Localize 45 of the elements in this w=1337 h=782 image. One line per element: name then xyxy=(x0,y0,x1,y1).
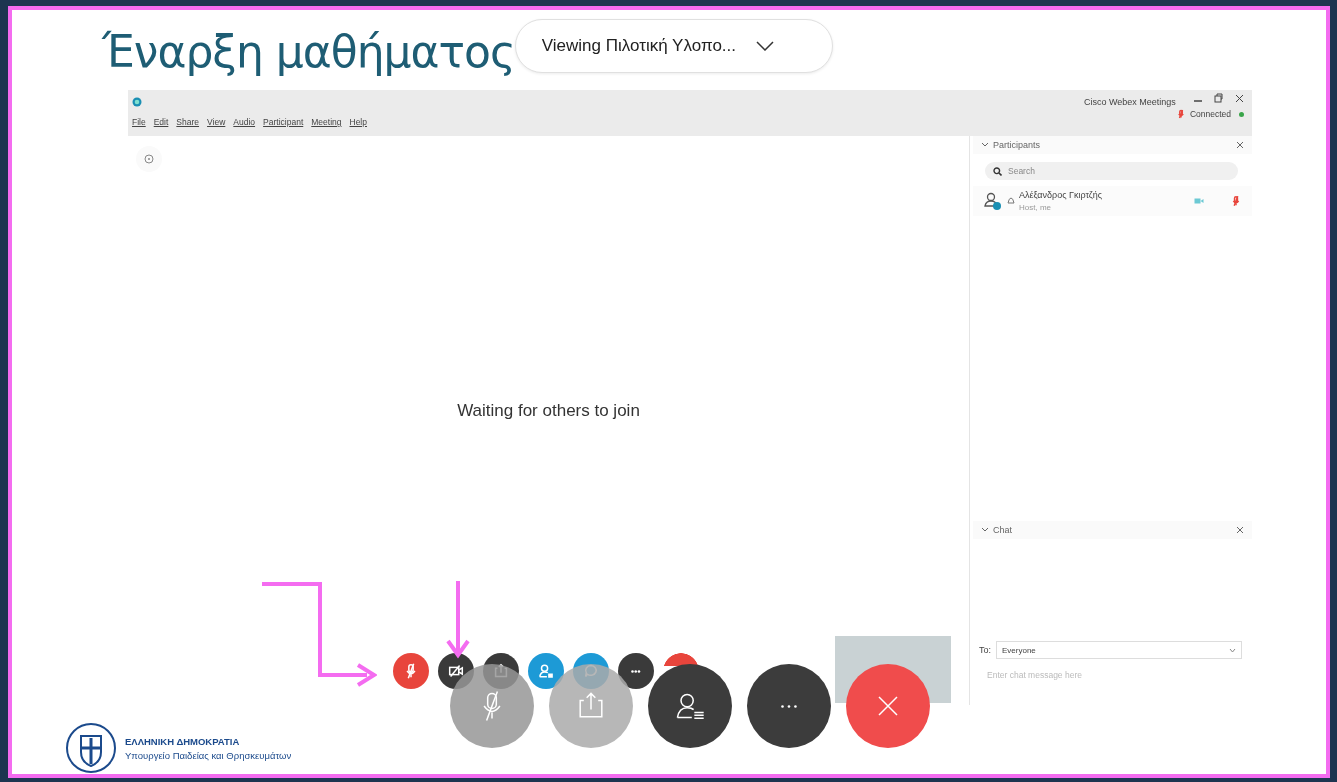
recipient-label: To: xyxy=(979,645,991,655)
menu-item[interactable]: File xyxy=(132,117,146,127)
menu-item[interactable]: Meeting xyxy=(311,117,342,127)
chevron-down-icon xyxy=(1229,647,1236,653)
menu-item[interactable]: View xyxy=(207,117,226,127)
person-list-icon xyxy=(537,662,555,680)
muted-microphone-icon xyxy=(1230,195,1242,207)
search-field[interactable]: Search xyxy=(985,162,1238,180)
minimize-icon xyxy=(1194,100,1202,102)
window-title: Cisco Webex Meetings xyxy=(1084,97,1176,107)
waiting-message: Waiting for others to join xyxy=(457,400,640,421)
close-icon xyxy=(1236,141,1244,149)
logo-subtitle: Υπουργείο Παιδείας και Θρησκευμάτων xyxy=(125,749,292,761)
emblem-icon xyxy=(65,722,117,774)
close-icon xyxy=(1235,93,1244,103)
host-avatar-icon xyxy=(983,191,1003,211)
menu-item[interactable]: Share xyxy=(176,117,200,127)
recipient-dropdown[interactable]: Everyone xyxy=(996,641,1242,659)
slide-title: Έναρξη μαθήματος xyxy=(102,25,515,77)
participant-role: Host, me xyxy=(1019,203,1052,212)
chevron-down-icon xyxy=(981,527,989,533)
close-icon xyxy=(1236,526,1244,534)
logo-text: ΕΛΛΗΝΙΚΗ ΔΗΜΟΚΡΑΤΙΑ xyxy=(125,735,241,747)
viewing-dropdown[interactable]: Viewing Πιλοτική Υλοπο... xyxy=(514,19,833,73)
connection-status: Connected xyxy=(1189,109,1231,119)
participant-name: Αλέξανδρος Γκιρτζής xyxy=(1019,190,1103,200)
more-button[interactable] xyxy=(618,653,654,689)
info-icon xyxy=(144,154,154,164)
menu-item[interactable]: Audio xyxy=(233,117,256,127)
menu-item[interactable]: Participant xyxy=(263,117,304,127)
muted-microphone-icon xyxy=(1175,109,1186,119)
restore-icon xyxy=(1214,93,1223,103)
search-icon xyxy=(993,167,1002,176)
app-logo-icon xyxy=(132,97,142,107)
panel-title: Participants xyxy=(993,140,1041,150)
panel-title: Chat xyxy=(993,525,1012,535)
camera-icon xyxy=(1194,197,1204,205)
status-dot-icon xyxy=(1239,111,1244,117)
chevron-down-icon xyxy=(981,142,989,148)
chevron-down-icon xyxy=(756,41,775,51)
more-dots-icon xyxy=(781,704,797,708)
mute-button[interactable] xyxy=(450,664,534,748)
menu-item[interactable]: Help xyxy=(349,117,367,127)
more-dots-icon xyxy=(631,669,641,673)
menu-item[interactable]: Edit xyxy=(153,117,169,127)
